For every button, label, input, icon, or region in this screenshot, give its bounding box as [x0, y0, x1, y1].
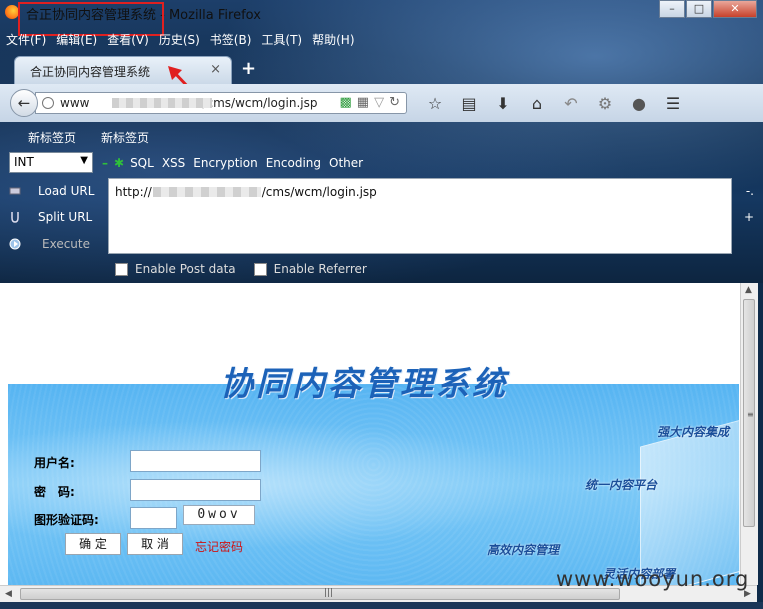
cancel-button[interactable]: 取 消	[127, 533, 183, 555]
menu-bookmarks[interactable]: 书签(B)	[210, 31, 252, 48]
hackbar-menu-other[interactable]: Other	[329, 156, 363, 170]
profile-icon[interactable]: ●	[622, 94, 656, 113]
decorative-panel	[640, 419, 740, 585]
slogan-text: 统一内容平台	[585, 478, 658, 492]
username-input[interactable]	[130, 450, 261, 472]
plus-icon[interactable]: ✱	[114, 156, 124, 170]
window-controls: – □ ✕	[658, 0, 757, 18]
firefox-logo-icon	[5, 5, 19, 19]
system-title: 协同内容管理系统	[220, 364, 508, 403]
navigation-toolbar: www/cms/wcm/login.jsp ▩ ▦ ▽ ↻ ← ☆ ▤ ⬇ ⌂ …	[0, 84, 763, 122]
downloads-icon[interactable]: ⬇	[486, 94, 520, 113]
slogan-text: 高效内容管理	[487, 543, 560, 557]
load-url-icon	[9, 187, 21, 195]
slogan-text: 强大内容集成	[657, 425, 730, 439]
maximize-button[interactable]: □	[686, 0, 712, 18]
bookmark-item[interactable]: 新标签页	[101, 129, 149, 146]
menu-history[interactable]: 历史(S)	[159, 31, 200, 48]
hackbar-menu-encoding[interactable]: Encoding	[266, 156, 321, 170]
split-url-icon	[11, 212, 19, 223]
split-url-label: Split URL	[38, 210, 93, 224]
side-minus-icon[interactable]: -.	[746, 184, 754, 198]
menu-file[interactable]: 文件(F)	[6, 31, 46, 48]
hackbar-menus: – ✱ SQL XSS Encryption Encoding Other	[102, 156, 371, 170]
addon-icon[interactable]: ⚙	[588, 94, 622, 113]
enable-post-label: Enable Post data	[135, 262, 236, 276]
shield-icon[interactable]: ▩	[340, 95, 352, 110]
page-content: 协同内容管理系统 用户名: 密 码: 图形验证码: 0wov 确 定 取 消 忘…	[0, 283, 740, 585]
browser-chrome: 合正协同内容管理系统 - Mozilla Firefox – □ ✕ 文件(F)…	[0, 0, 763, 283]
side-plus-icon[interactable]: +	[744, 210, 754, 224]
back-button[interactable]: ←	[10, 89, 38, 117]
execute-icon	[9, 238, 21, 250]
captcha-input[interactable]	[130, 507, 177, 529]
password-label: 密 码:	[34, 485, 75, 499]
url-bar-icons: ▩ ▦ ▽ ↻	[340, 95, 401, 110]
enable-referrer-checkbox[interactable]: Enable Referrer	[253, 262, 367, 276]
password-input[interactable]	[130, 479, 261, 501]
hamburger-menu-icon[interactable]: ☰	[656, 94, 690, 113]
hackbar-menu-sql[interactable]: SQL	[130, 156, 154, 170]
execute-label: Execute	[42, 237, 90, 251]
tab-bar: 合正协同内容管理系统 × +	[0, 54, 763, 84]
watermark: www.wooyun.org	[556, 567, 750, 591]
menu-edit[interactable]: 编辑(E)	[56, 31, 97, 48]
username-label: 用户名:	[34, 456, 75, 470]
tab-title: 合正协同内容管理系统	[30, 65, 151, 79]
toolbar-icons: ☆ ▤ ⬇ ⌂ ↶ ⚙ ● ☰	[418, 94, 690, 113]
reading-list-icon[interactable]: ▤	[452, 94, 486, 113]
confirm-button[interactable]: 确 定	[65, 533, 121, 555]
load-url-label: Load URL	[38, 184, 95, 198]
hackbar-menu-encryption[interactable]: Encryption	[193, 156, 257, 170]
menu-help[interactable]: 帮助(H)	[312, 31, 354, 48]
redacted-domain	[153, 187, 261, 197]
hackbar-panel: INT ▼ – ✱ SQL XSS Encryption Encoding Ot…	[0, 150, 763, 283]
undo-icon[interactable]: ↶	[554, 94, 588, 113]
chevron-down-icon: ▼	[80, 155, 88, 166]
bookmark-item[interactable]: 新标签页	[28, 129, 76, 146]
bookmark-star-icon[interactable]: ☆	[418, 94, 452, 113]
hackbar-menu-xss[interactable]: XSS	[162, 156, 185, 170]
url-bar[interactable]: www/cms/wcm/login.jsp ▩ ▦ ▽ ↻	[35, 92, 407, 114]
bookmarks-toolbar: 新标签页 新标签页	[28, 129, 174, 146]
horizontal-scroll-thumb[interactable]: |||	[20, 588, 620, 600]
hackbar-type-select[interactable]: INT ▼	[9, 152, 93, 173]
globe-icon	[42, 97, 54, 109]
grip-icon: ≡	[747, 410, 754, 419]
menu-view[interactable]: 查看(V)	[107, 31, 149, 48]
dropdown-icon[interactable]: ▽	[374, 95, 384, 110]
home-icon[interactable]: ⌂	[520, 94, 554, 113]
new-tab-button[interactable]: +	[241, 58, 256, 79]
menu-tools[interactable]: 工具(T)	[261, 31, 302, 48]
checkbox-box[interactable]	[115, 262, 128, 276]
hackbar-options: Enable Post data Enable Referrer	[115, 262, 385, 276]
captcha-label: 图形验证码:	[34, 513, 99, 527]
vertical-scroll-thumb[interactable]: ≡	[743, 299, 755, 527]
hackbar-url-textarea[interactable]: http:///cms/wcm/login.jsp	[108, 178, 732, 254]
minimize-button[interactable]: –	[659, 0, 685, 18]
captcha-image[interactable]: 0wov	[183, 505, 255, 525]
minus-icon[interactable]: –	[102, 156, 108, 170]
select-value: INT	[14, 155, 34, 169]
forgot-password-link[interactable]: 忘记密码	[195, 538, 243, 555]
qr-code-icon[interactable]: ▦	[357, 95, 369, 110]
reload-icon[interactable]: ↻	[389, 95, 400, 110]
back-arrow-icon: ←	[17, 94, 31, 112]
redacted-domain	[112, 98, 212, 108]
checkbox-box[interactable]	[253, 262, 267, 276]
scroll-left-icon[interactable]: ◀	[5, 589, 12, 599]
enable-post-checkbox[interactable]: Enable Post data	[115, 262, 236, 276]
menu-bar: 文件(F) 编辑(E) 查看(V) 历史(S) 书签(B) 工具(T) 帮助(H…	[6, 31, 365, 48]
enable-referrer-label: Enable Referrer	[273, 262, 367, 276]
close-window-button[interactable]: ✕	[713, 0, 757, 18]
vertical-scrollbar[interactable]: ▲ ≡	[740, 283, 758, 585]
scroll-up-icon[interactable]: ▲	[745, 285, 752, 295]
window-bottom-edge	[0, 602, 763, 609]
grip-icon: |||	[324, 588, 334, 598]
